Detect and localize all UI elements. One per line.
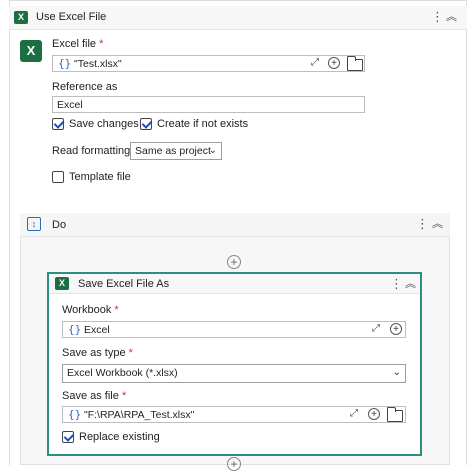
reference-as-value: Excel <box>57 99 83 111</box>
excel-icon: X <box>14 11 28 24</box>
read-formatting-select[interactable]: Same as project ⌄ <box>130 142 222 160</box>
sequence-icon: ↕ <box>27 217 41 231</box>
save-as-type-select[interactable]: Excel Workbook (*.xlsx) ⌄ <box>62 364 406 383</box>
save-changes-label: Save changes <box>69 118 139 130</box>
required-mark: * <box>114 304 119 316</box>
add-activity-icon[interactable]: + <box>227 457 241 471</box>
collapse-icon[interactable]: ︽ <box>446 11 457 23</box>
save-as-file-label: Save as file * <box>62 390 126 402</box>
add-icon[interactable]: + <box>368 408 380 420</box>
template-file-checkbox[interactable] <box>52 171 64 183</box>
folder-icon[interactable] <box>347 56 363 71</box>
workbook-field[interactable]: {} Excel ⤢ + <box>62 321 406 338</box>
required-mark: * <box>128 347 133 359</box>
expand-editor-icon[interactable]: ⤢ <box>311 57 319 68</box>
expression-braces-icon[interactable]: {} <box>58 57 71 70</box>
required-mark: * <box>99 38 104 50</box>
workbook-label-text: Workbook <box>62 304 112 316</box>
expand-editor-icon[interactable]: ⤢ <box>350 408 358 419</box>
excel-icon: X <box>55 277 69 290</box>
collapse-icon[interactable]: ︽ <box>405 278 416 290</box>
add-icon[interactable]: + <box>328 57 340 69</box>
expression-braces-icon[interactable]: {} <box>68 323 81 336</box>
collapse-icon[interactable]: ︽ <box>432 218 443 230</box>
workbook-value: Excel <box>84 324 110 336</box>
more-options-icon[interactable]: ⋮ <box>416 217 429 231</box>
save-as-file-label-text: Save as file <box>62 390 119 402</box>
chevron-down-icon: ⌄ <box>208 145 217 156</box>
excel-icon: X <box>20 40 42 62</box>
excel-file-label-text: Excel file <box>52 38 97 50</box>
reference-as-field[interactable]: Excel <box>52 96 365 113</box>
reference-as-label: Reference as <box>52 81 118 93</box>
do-title: Do <box>52 219 67 231</box>
save-as-type-label-text: Save as type <box>62 347 126 359</box>
expression-braces-icon[interactable]: {} <box>68 408 81 421</box>
save-as-file-field[interactable]: {} "F:\RPA\RPA_Test.xlsx" ⤢ + <box>62 406 406 423</box>
create-if-not-exists-checkbox[interactable] <box>140 118 152 130</box>
save-as-type-value: Excel Workbook (*.xlsx) <box>67 367 178 379</box>
add-activity-icon[interactable]: + <box>227 255 241 269</box>
read-formatting-label: Read formatting <box>52 145 131 157</box>
more-options-icon[interactable]: ⋮ <box>390 277 403 291</box>
save-changes-checkbox[interactable] <box>52 118 64 130</box>
replace-existing-checkbox[interactable] <box>62 431 74 443</box>
chevron-down-icon: ⌄ <box>392 367 401 378</box>
read-formatting-value: Same as project <box>135 145 211 157</box>
required-mark: * <box>121 390 127 402</box>
workbook-label: Workbook * <box>62 304 119 316</box>
create-if-not-exists-label: Create if not exists <box>157 118 249 130</box>
more-options-icon[interactable]: ⋮ <box>431 10 444 24</box>
save-as-file-value: "F:\RPA\RPA_Test.xlsx" <box>84 409 195 421</box>
save-as-type-label: Save as type * <box>62 347 133 359</box>
expand-editor-icon[interactable]: ⤢ <box>372 323 380 334</box>
template-file-label: Template file <box>69 171 131 183</box>
do-header[interactable] <box>20 213 450 237</box>
excel-file-label: Excel file * <box>52 38 103 50</box>
excel-file-value: "Test.xlsx" <box>74 58 122 70</box>
folder-icon[interactable] <box>387 407 403 422</box>
activity-title: Save Excel File As <box>78 278 170 290</box>
add-icon[interactable]: + <box>390 323 402 335</box>
replace-existing-label: Replace existing <box>79 431 160 443</box>
activity-title: Use Excel File <box>36 11 107 23</box>
excel-file-field[interactable]: {} "Test.xlsx" ⤢ + <box>52 55 365 72</box>
